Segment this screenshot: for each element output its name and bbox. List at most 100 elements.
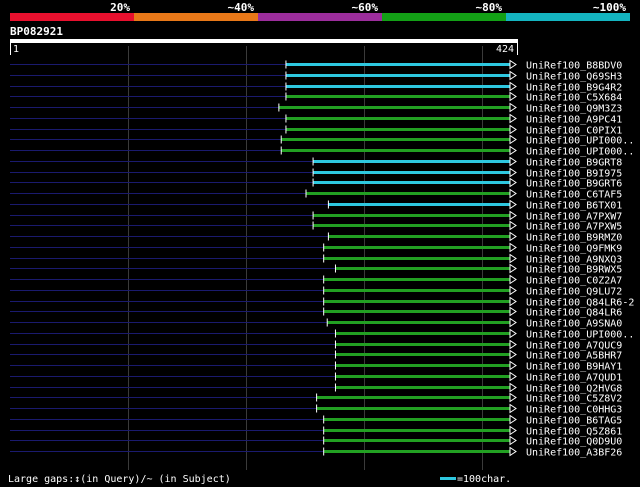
scale-label: ~100% xyxy=(593,1,626,14)
hit-bar xyxy=(335,375,510,378)
hit-arrow xyxy=(509,403,517,414)
hit-label[interactable]: UniRef100_C6TAF5 xyxy=(526,190,622,201)
hit-arrow xyxy=(509,210,517,221)
hit-label[interactable]: UniRef100_C5Z8V2 xyxy=(526,394,622,405)
hit-arrow xyxy=(509,317,517,328)
hit-bar xyxy=(281,149,510,152)
hit-arrow xyxy=(509,156,517,167)
hit-bar xyxy=(285,128,510,131)
hit-bar xyxy=(327,321,510,324)
hit-bar xyxy=(335,353,510,356)
hit-bar xyxy=(328,235,510,238)
hit-bar xyxy=(285,95,510,98)
hit-label[interactable]: UniRef100_Q9FMK9 xyxy=(526,244,622,255)
scale-label: ~60% xyxy=(352,1,379,14)
hit-bar xyxy=(285,117,510,120)
hit-bar xyxy=(285,85,510,88)
query-end-label: 424 xyxy=(496,44,514,55)
hit-label[interactable]: UniRef100_UPI000.. xyxy=(526,136,634,147)
hit-label[interactable]: UniRef100_B6TAG5 xyxy=(526,416,622,427)
hit-labels: UniRef100_B8BDV0UniRef100_Q69SH3 UniRef10… xyxy=(526,61,634,459)
hit-label[interactable]: UniRef100_A9PC41 xyxy=(526,115,622,126)
alignment-chart: 20% ~40% ~60% ~80% ~100% BP082921 1 424 UniR… xyxy=(8,1,634,485)
hit-arrow xyxy=(509,306,517,317)
scale-label: ~80% xyxy=(476,1,503,14)
gap-legend: Large gaps:↕(in Query)/~ (in Subject) xyxy=(8,474,231,485)
hit-bar xyxy=(278,106,510,109)
hit-arrow xyxy=(509,328,517,339)
scale-legend: =100char. xyxy=(457,474,511,485)
hit-label[interactable]: UniRef100_UPI000.. xyxy=(526,147,634,158)
hit-arrow xyxy=(509,113,517,124)
hit-bar xyxy=(335,343,510,346)
hit-label[interactable]: UniRef100_B9RWX5 xyxy=(526,265,622,276)
hit-arrow xyxy=(509,242,517,253)
hit-bar xyxy=(323,289,510,292)
hit-bar xyxy=(328,203,510,206)
hit-label[interactable]: UniRef100_B6TX01 xyxy=(526,201,622,212)
hit-arrow xyxy=(509,188,517,199)
scale-label: 20% xyxy=(110,1,130,14)
hit-label[interactable]: UniRef100_Q9LU72 xyxy=(526,287,622,298)
hit-bar xyxy=(323,418,510,421)
hit-label[interactable]: UniRef100_B9RMZ0 xyxy=(526,233,622,244)
hit-label[interactable]: UniRef100_A5BHR7 xyxy=(526,351,622,362)
scale-segment xyxy=(10,13,134,21)
hit-label[interactable]: UniRef100_C0HHG3 xyxy=(526,405,622,416)
hit-arrow xyxy=(509,414,517,425)
hit-bar xyxy=(323,439,510,442)
hit-label[interactable]: UniRef100_A7PXW5 xyxy=(526,222,622,233)
hit-label[interactable]: UniRef100_Q69SH3 xyxy=(526,72,622,83)
hit-arrow xyxy=(509,425,517,436)
hit-bar xyxy=(285,74,510,77)
hit-arrow xyxy=(509,263,517,274)
hit-label[interactable]: UniRef100_C5X684 xyxy=(526,93,622,104)
hit-label[interactable]: UniRef100_C0Z2A7 xyxy=(526,276,622,287)
hit-arrow xyxy=(509,349,517,360)
hit-bar xyxy=(335,364,510,367)
hit-bar xyxy=(316,396,510,399)
hit-arrow xyxy=(509,102,517,113)
hit-bar xyxy=(313,181,510,184)
hit-bar xyxy=(323,246,510,249)
hit-label[interactable]: UniRef100_Q0D9U0 xyxy=(526,437,622,448)
hit-label[interactable]: UniRef100_Q9M3Z3 xyxy=(526,104,622,115)
hit-label[interactable]: UniRef100_B9GRT8 xyxy=(526,158,622,169)
hit-arrow xyxy=(509,70,517,81)
hit-label[interactable]: UniRef100_UPI000.. xyxy=(526,330,634,341)
hit-arrow xyxy=(509,392,517,403)
hit-arrow xyxy=(509,253,517,264)
hit-arrow xyxy=(509,371,517,382)
hit-arrow xyxy=(509,220,517,231)
hit-label[interactable]: UniRef100_Q84LR6 xyxy=(526,308,622,319)
hit-label[interactable]: UniRef100_B9GRT6 xyxy=(526,179,622,190)
hit-arrow xyxy=(509,59,517,70)
hit-arrow xyxy=(509,231,517,242)
hit-arrow xyxy=(509,446,517,457)
scale-segment xyxy=(134,13,258,21)
scale-segment xyxy=(506,13,630,21)
hit-arrow xyxy=(509,167,517,178)
scale-label: ~40% xyxy=(228,1,255,14)
hit-label[interactable]: UniRef100_B8BDV0 xyxy=(526,61,622,72)
identity-scale-labels: 20% ~40% ~60% ~80% ~100% xyxy=(110,1,626,14)
hit-arrow xyxy=(509,274,517,285)
hit-bar xyxy=(316,407,510,410)
hit-arrow xyxy=(509,296,517,307)
hit-bar xyxy=(323,450,510,453)
hit-bar xyxy=(335,267,510,270)
query-line xyxy=(10,39,518,43)
hit-bar xyxy=(313,160,510,163)
hit-label[interactable]: UniRef100_A7QUD1 xyxy=(526,373,622,384)
query-start-label: 1 xyxy=(13,44,19,55)
hit-label[interactable]: UniRef100_B9HAY1 xyxy=(526,362,622,373)
hit-arrow xyxy=(509,360,517,371)
hit-bar xyxy=(313,224,510,227)
hit-label[interactable]: UniRef100_A9SNA0 xyxy=(526,319,622,330)
hit-label[interactable]: UniRef100_A3BF26 xyxy=(526,448,622,459)
hit-bar xyxy=(313,171,510,174)
scale-segment xyxy=(258,13,382,21)
hit-arrow xyxy=(509,124,517,135)
alignment-hits xyxy=(10,59,517,457)
scale-segment xyxy=(382,13,506,21)
